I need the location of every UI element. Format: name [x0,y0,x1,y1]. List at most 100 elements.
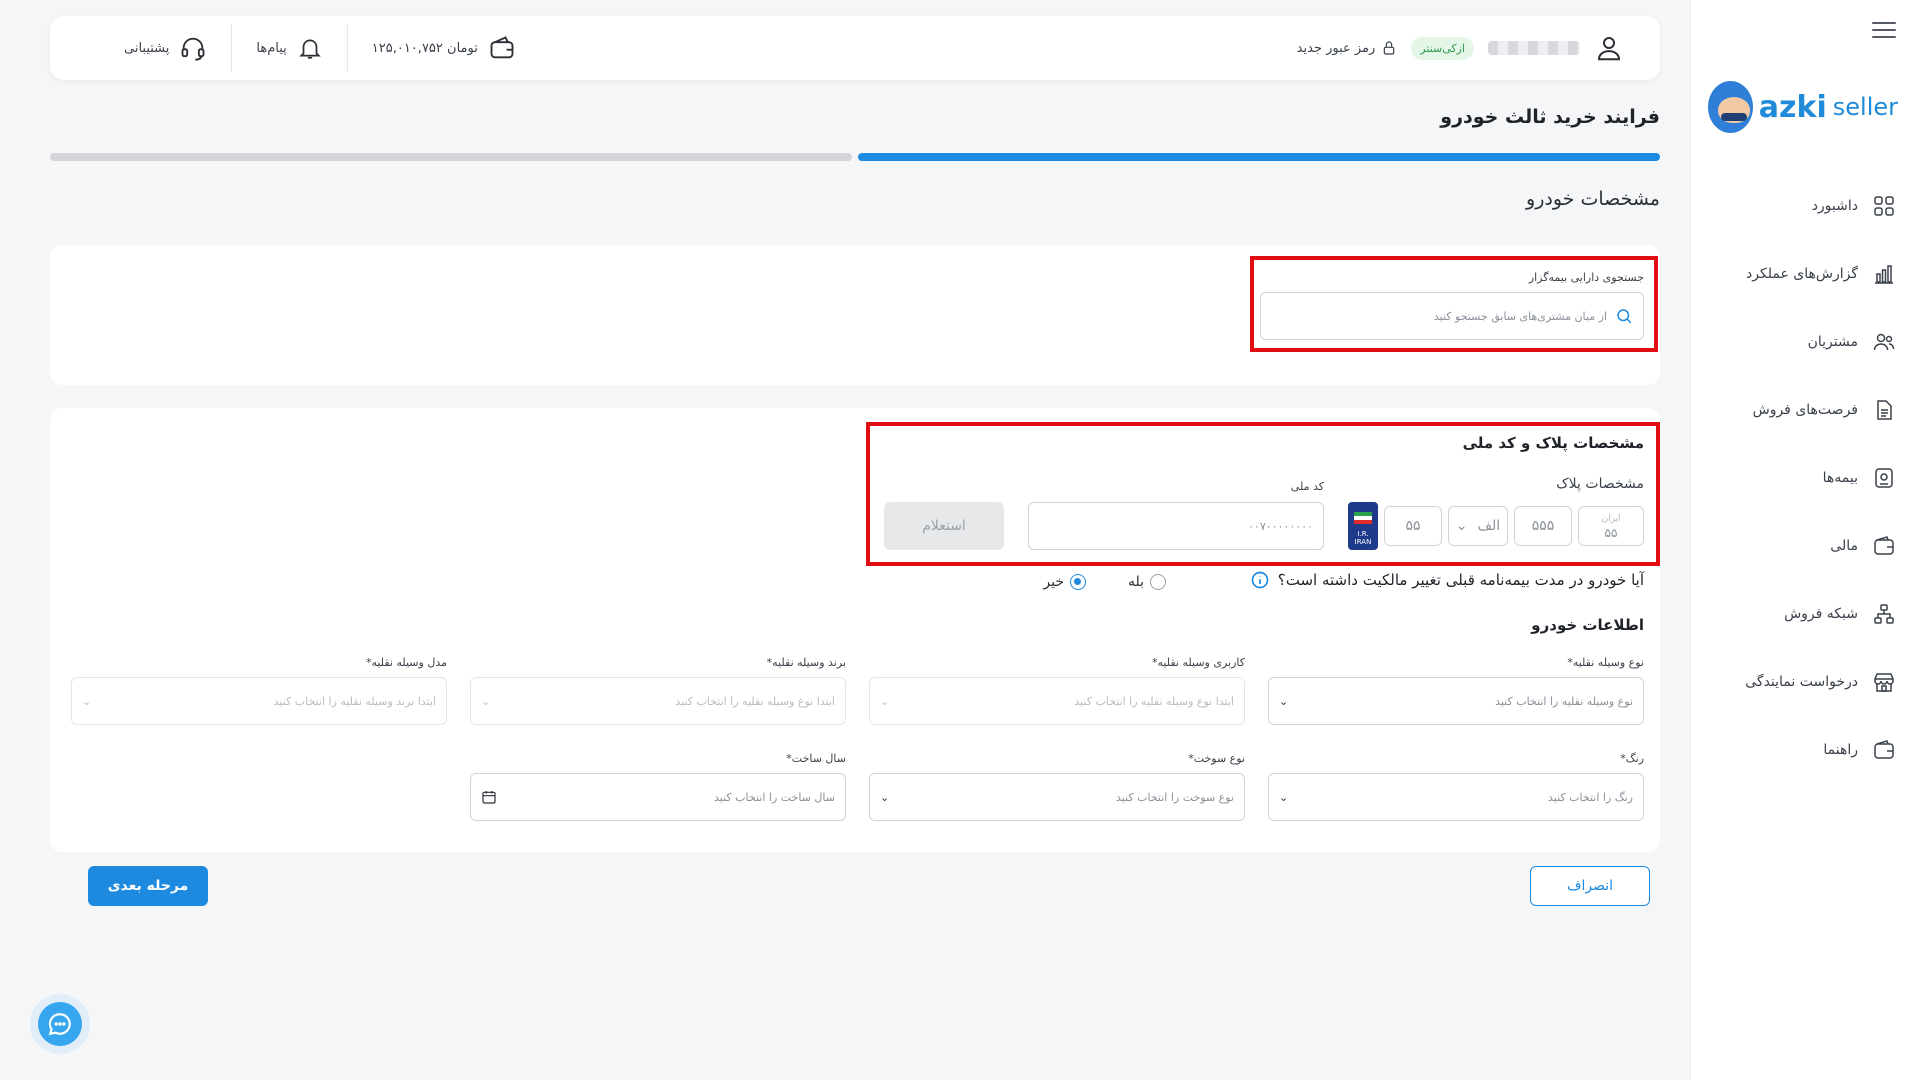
sidebar-item-opportunities[interactable]: فرصت‌های فروش [1690,376,1920,444]
support-button[interactable]: پشتیبانی [100,24,231,72]
select-placeholder: نوع وسیله نقلیه را انتخاب کنید [1495,694,1633,708]
next-step-button[interactable]: مرحله بعدی [88,866,208,906]
sidebar-item-label: درخواست نمایندگی [1745,674,1858,690]
chevron-down-icon: ⌄ [1279,790,1289,804]
topbar-actions: پشتیبانی پیام‌ها ۱۲۵,۰۱۰,۷۵۲ تومان [100,24,540,72]
sidebar-item-agency-request[interactable]: درخواست نمایندگی [1690,648,1920,716]
select-placeholder: نوع سوخت را انتخاب کنید [1115,790,1234,804]
select-box[interactable]: سال ساخت را انتخاب کنید [470,773,846,821]
ownership-question-text: آیا خودرو در مدت بیمه‌نامه قبلی تغییر ما… [1277,571,1644,589]
sidebar-item-help[interactable]: راهنما [1690,716,1920,784]
select-box[interactable]: ابتدا نوع وسیله نقلیه را انتخاب کنید ⌄ [470,677,846,725]
sidebar-item-label: مالی [1830,538,1858,554]
select-box[interactable]: نوع وسیله نقلیه را انتخاب کنید ⌄ [1268,677,1644,725]
vehicle-brand-select[interactable]: برند وسیله نقلیه* ابتدا نوع وسیله نقلیه … [470,656,846,725]
radio-circle-selected [1070,574,1086,590]
radio-no[interactable]: خیر [1043,574,1086,590]
iran-flag: I.R. IRAN [1348,502,1378,550]
select-box[interactable]: نوع سوخت را انتخاب کنید ⌄ [869,773,1245,821]
sidebar-item-dashboard[interactable]: داشبورد [1690,172,1920,240]
sidebar-item-label: مشتریان [1807,334,1858,350]
sidebar-item-reports[interactable]: گزارش‌های عملکرد [1690,240,1920,308]
inquiry-button[interactable]: استعلام [884,502,1004,550]
select-placeholder: ابتدا نوع وسیله نقلیه را انتخاب کنید [1074,694,1234,708]
national-code-input[interactable]: ۰۰۷۰۰۰۰۰۰۰۰ [1028,502,1324,550]
cancel-button[interactable]: انصراف [1530,866,1650,906]
messages-label: پیام‌ها [256,40,287,56]
plate-three-digit[interactable]: ۵۵۵ [1514,506,1572,546]
plate-iran-label: ایران [1601,514,1621,524]
chevron-down-icon: ⌄ [481,694,491,708]
document-icon [1877,400,1892,420]
national-code-label: کد ملی [1290,480,1324,493]
select-box[interactable]: ابتدا برند وسیله نقلیه را انتخاب کنید ⌄ [71,677,447,725]
bell-icon [299,39,321,59]
chat-button[interactable] [30,994,90,1054]
vehicle-model-select[interactable]: مدل وسیله نقلیه* ابتدا برند وسیله نقلیه … [71,656,447,725]
radio-no-label: خیر [1043,574,1064,590]
sidebar-item-label: راهنما [1823,742,1858,758]
search-input[interactable]: از میان مشتری‌های سابق جستجو کنید [1260,292,1644,340]
store-icon [1874,673,1894,692]
support-label: پشتیبانی [124,40,170,56]
plate-input: I.R. IRAN ۵۵ ⌄ الف ۵۵۵ ایران ۵۵ [1348,502,1644,550]
select-box[interactable]: ابتدا نوع وسیله نقلیه را انتخاب کنید ⌄ [869,677,1245,725]
field-label: رنگ* [1620,752,1644,765]
field-label: کاربری وسیله نقلیه* [1151,656,1245,669]
chat-bubble [38,1002,82,1046]
search-icon [1617,309,1632,324]
sidebar-item-label: فرصت‌های فروش [1752,402,1858,418]
radio-yes[interactable]: بله [1128,574,1166,590]
page-title: فرایند خرید ثالث خودرو [1440,106,1660,128]
sidebar-item-label: بیمه‌ها [1822,470,1858,486]
ownership-question: آیا خودرو در مدت بیمه‌نامه قبلی تغییر ما… [1250,570,1644,590]
progress-bar [50,153,1660,161]
wallet-icon [1874,536,1894,555]
sidebar-item-label: گزارش‌های عملکرد [1746,266,1858,282]
brand-logo[interactable]: azki seller [1708,78,1898,136]
new-password-link[interactable]: رمز عبور جدید [1297,40,1398,56]
select-placeholder: رنگ را انتخاب کنید [1548,790,1633,804]
sidebar: azki seller داشبورد گزارش‌های عملکرد مشت… [1690,0,1920,1080]
sidebar-item-customers[interactable]: مشتریان [1690,308,1920,376]
info-icon[interactable] [1250,570,1270,590]
bar-chart-icon [1875,265,1893,284]
vehicle-usage-select[interactable]: کاربری وسیله نقلیه* ابتدا نوع وسیله نقلی… [869,656,1245,725]
calendar-icon [482,791,496,804]
new-password-label: رمز عبور جدید [1296,40,1376,56]
menu-icon[interactable] [1872,22,1896,42]
sidebar-nav: داشبورد گزارش‌های عملکرد مشتریان فرصت‌ها… [1690,172,1920,784]
vehicle-card: مشخصات پلاک و کد ملی مشخصات پلاک I.R. IR… [50,408,1660,852]
insurance-icon [1875,468,1893,488]
top-bar: ازکی‌سنتر رمز عبور جدید پشتیبانی پیام‌ها… [50,16,1660,80]
select-box[interactable]: رنگ را انتخاب کنید ⌄ [1268,773,1644,821]
messages-button[interactable]: پیام‌ها [232,24,346,72]
chevron-down-icon: ⌄ [880,790,890,804]
brand-part2: seller [1832,93,1898,121]
chat-icon [48,1013,71,1036]
fuel-type-select[interactable]: نوع سوخت* نوع سوخت را انتخاب کنید ⌄ [869,752,1245,821]
user-icon[interactable] [1594,33,1624,63]
wallet-balance[interactable]: ۱۲۵,۰۱۰,۷۵۲ تومان [348,24,540,72]
plate-two-digit[interactable]: ۵۵ [1384,506,1442,546]
mascot-logo [1708,81,1753,133]
progress-complete [858,153,1660,161]
plate-letter-select[interactable]: ⌄ الف [1448,506,1508,546]
chevron-down-icon: ⌄ [1455,518,1468,534]
sidebar-item-sales-network[interactable]: شبکه فروش [1690,580,1920,648]
plate-iran-code[interactable]: ایران ۵۵ [1578,506,1644,546]
sidebar-item-finance[interactable]: مالی [1690,512,1920,580]
vehicle-type-select[interactable]: نوع وسیله نقلیه* نوع وسیله نقلیه را انتخ… [1268,656,1644,725]
color-select[interactable]: رنگ* رنگ را انتخاب کنید ⌄ [1268,752,1644,821]
select-placeholder: سال ساخت را انتخاب کنید [714,790,835,804]
help-icon [1874,740,1894,759]
headset-icon [181,37,205,61]
build-year-select[interactable]: سال ساخت* سال ساخت را انتخاب کنید [470,752,846,821]
vehicle-info-title: اطلاعات خودرو [1531,616,1644,634]
field-label: مدل وسیله نقلیه* [365,656,447,669]
sidebar-item-insurances[interactable]: بیمه‌ها [1690,444,1920,512]
balance-value: ۱۲۵,۰۱۰,۷۵۲ تومان [371,40,478,56]
radio-circle [1150,574,1166,590]
user-area: ازکی‌سنتر رمز عبور جدید [1297,26,1624,70]
wallet-icon [490,36,514,59]
